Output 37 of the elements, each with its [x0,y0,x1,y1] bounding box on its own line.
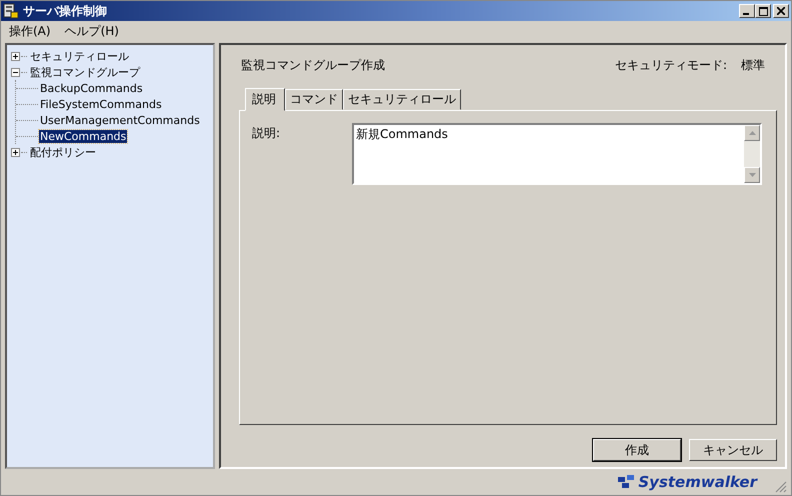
logo-icon [618,475,636,489]
menu-item[interactable]: ヘルプ(H) [64,22,119,40]
scroll-up-button[interactable] [744,125,760,141]
tab[interactable]: セキュリティロール [343,89,461,110]
scrollbar[interactable] [744,125,760,183]
tree-item[interactable]: BackupCommands [39,82,144,94]
tab[interactable]: 説明 [245,88,285,111]
description-field[interactable]: 新規Commands [352,123,762,185]
dialog-button[interactable]: 作成 [593,439,681,461]
tree-item[interactable]: UserManagementCommands [39,114,201,126]
window-title: サーバ操作制御 [23,2,107,20]
resize-grip-icon[interactable] [775,481,787,493]
scroll-down-button[interactable] [744,167,760,183]
security-mode-value: 標準 [741,57,765,74]
tree-item[interactable]: セキュリティロール [29,48,130,64]
tree-item[interactable]: FileSystemCommands [39,98,163,110]
expander-icon[interactable] [11,148,20,156]
up-arrow-icon [748,131,756,135]
tree-item[interactable]: 配付ポリシー [29,144,97,160]
panel-title: 監視コマンドグループ作成 [241,57,385,74]
tab[interactable]: コマンド [285,89,343,110]
maximize-button[interactable] [755,4,771,18]
expander-icon[interactable] [11,52,20,60]
security-mode-label: セキュリティモード: [614,57,727,74]
server-lock-icon [3,3,19,19]
field-label: 説明: [252,125,282,142]
dialog-button[interactable]: キャンセル [689,439,777,461]
close-icon [777,7,785,15]
close-button[interactable] [773,4,789,18]
expander-icon[interactable] [11,68,20,76]
tree-item[interactable]: NewCommands [39,130,128,142]
menu-item[interactable]: 操作(A) [9,22,51,40]
logo-text: Systemwalker [638,473,757,491]
minimize-button[interactable] [739,4,755,18]
tree-item[interactable]: 監視コマンドグループ [29,64,141,80]
down-arrow-icon [748,173,756,177]
maximize-icon [758,6,768,16]
